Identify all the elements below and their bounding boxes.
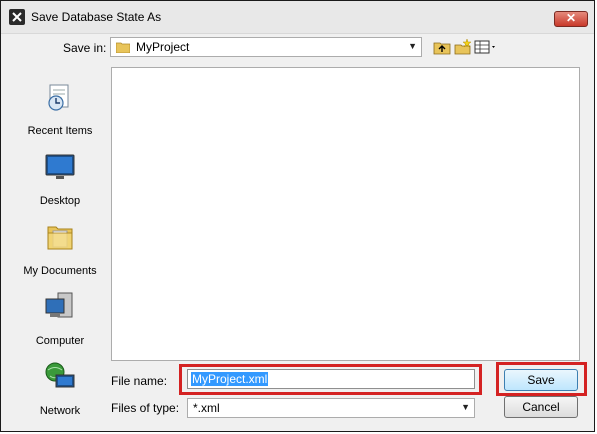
network-icon: [45, 362, 75, 388]
file-type-value: *.xml: [193, 401, 220, 415]
places-bar: Recent Items Desktop My Documents Comput…: [15, 61, 105, 421]
place-my-documents[interactable]: My Documents: [15, 221, 105, 283]
close-button[interactable]: ✕: [554, 11, 588, 27]
up-folder-icon[interactable]: [433, 39, 451, 55]
save-in-dropdown[interactable]: MyProject ▼: [110, 37, 422, 57]
window-title: Save Database State As: [31, 10, 162, 24]
save-dialog: Save Database State As ✕ Save in: MyProj…: [0, 0, 595, 432]
title-bar[interactable]: Save Database State As ✕: [1, 1, 594, 34]
chevron-down-icon: ▼: [408, 41, 417, 51]
place-network[interactable]: Network: [15, 361, 105, 423]
my-documents-icon: [47, 226, 73, 250]
place-label: Recent Items: [27, 125, 93, 137]
computer-icon: [45, 292, 73, 318]
file-name-label: File name:: [111, 374, 168, 388]
desktop-icon: [45, 154, 75, 179]
app-icon: [9, 9, 25, 25]
cancel-button[interactable]: Cancel: [504, 396, 578, 418]
place-label: Desktop: [39, 195, 81, 207]
file-name-highlight-box: [179, 364, 482, 395]
file-type-dropdown[interactable]: *.xml ▼: [187, 398, 475, 418]
place-label: Network: [39, 405, 81, 417]
place-desktop[interactable]: Desktop: [15, 151, 105, 213]
save-in-label: Save in:: [63, 41, 107, 55]
place-computer[interactable]: Computer: [15, 291, 105, 353]
recent-items-icon: [48, 84, 69, 111]
file-type-label: Files of type:: [111, 401, 180, 415]
view-menu-icon[interactable]: [474, 39, 498, 55]
place-label: Computer: [35, 335, 85, 347]
place-recent-items[interactable]: Recent Items: [15, 81, 105, 143]
save-in-value: MyProject: [136, 40, 190, 54]
save-button-highlight-box: [496, 362, 587, 396]
file-list[interactable]: [111, 67, 580, 361]
close-icon: ✕: [565, 11, 577, 25]
place-label: My Documents: [23, 265, 97, 277]
folder-icon: [116, 42, 130, 53]
new-folder-icon[interactable]: [454, 39, 472, 55]
chevron-down-icon: ▼: [461, 402, 470, 412]
